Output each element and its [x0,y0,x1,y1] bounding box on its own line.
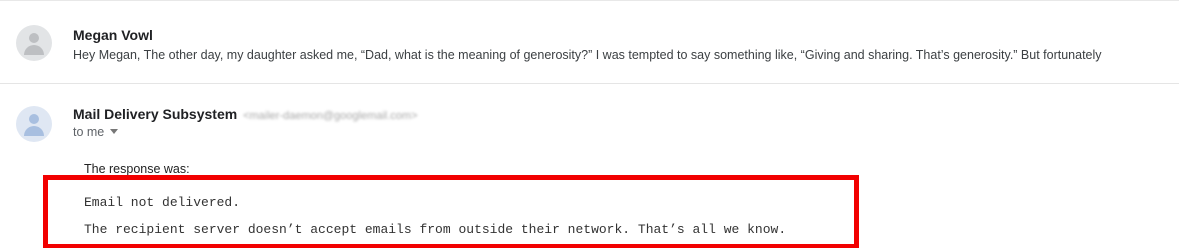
highlight-box: Email not delivered. The recipient serve… [43,175,859,248]
person-icon [16,106,52,142]
bounce-message-line: Email not delivered. [84,195,241,210]
bounce-message-line: The recipient server doesn’t accept emai… [84,222,787,237]
email-thread: Megan Vowl Hey Megan, The other day, my … [0,0,1179,248]
sender-name: Mail Delivery Subsystem [73,106,238,122]
sender-header: Mail Delivery Subsystem <mailer-daemon@g… [73,106,418,122]
collapsed-message[interactable]: Megan Vowl Hey Megan, The other day, my … [0,0,1179,84]
response-label: The response was: [84,162,190,176]
recipient-details-toggle[interactable]: to me [73,125,119,139]
message-snippet: Hey Megan, The other day, my daughter as… [73,48,1102,62]
sender-email: <mailer-daemon@googlemail.com> [243,110,418,122]
to-line-label: to me [73,125,105,139]
person-icon [16,25,52,61]
sender-name: Megan Vowl [73,27,153,43]
chevron-down-icon[interactable] [110,129,119,134]
